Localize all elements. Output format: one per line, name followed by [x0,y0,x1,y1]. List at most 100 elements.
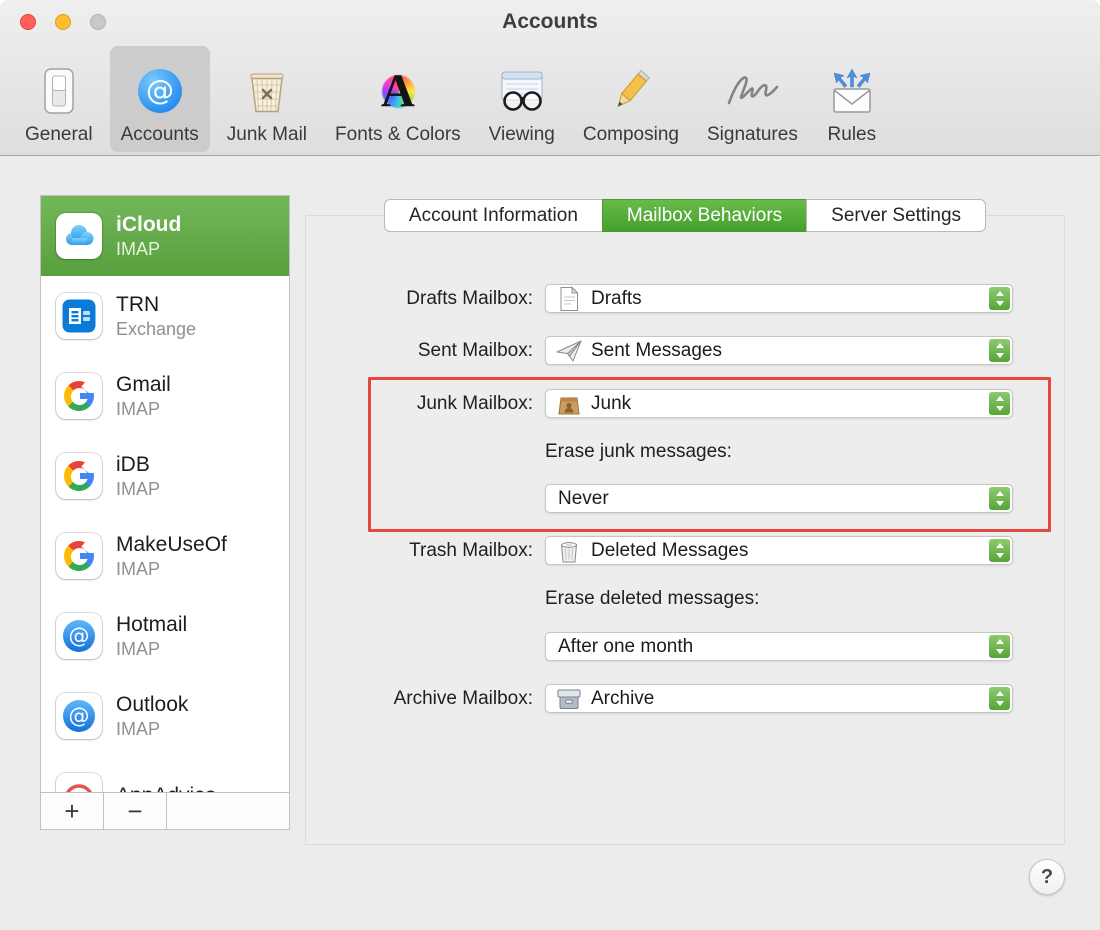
window-header: Accounts General @ Accounts Junk Mail A Fonts… [0,0,1100,156]
popup-chevrons-icon [989,687,1010,710]
help-button[interactable]: ? [1029,859,1065,895]
toolbar-item-label: Composing [582,124,679,145]
account-row-outlook[interactable]: @ Outlook IMAP [41,676,289,756]
generic-account-icon [56,773,102,792]
tab-server-settings[interactable]: Server Settings [806,199,987,232]
toolbar-item-accounts[interactable]: @ Accounts [109,46,210,152]
account-protocol: IMAP [116,638,161,659]
account-name: TRN [116,292,160,316]
sidebar-footer: + − [41,792,289,829]
drafts-icon [555,285,583,312]
popup-chevrons-icon [989,339,1010,362]
trash-mailbox-label: Trash Mailbox: [409,540,533,561]
account-name: AppAdvice [116,784,216,792]
rules-icon [826,60,878,122]
toolbar-item-label: Viewing [488,124,555,145]
sent-mailbox-value: Sent Messages [591,339,722,361]
drafts-mailbox-value: Drafts [591,287,642,309]
erase-deleted-value: After one month [558,635,694,657]
junk-mail-icon [242,60,292,122]
composing-icon [607,60,655,122]
erase-deleted-label: Erase deleted messages: [545,588,760,609]
account-name: Gmail [116,372,171,396]
icloud-icon [56,213,102,259]
tab-mailbox-behaviors[interactable]: Mailbox Behaviors [601,199,808,232]
google-icon [56,453,102,499]
trash-mailbox-value: Deleted Messages [591,539,749,561]
account-row-makeuseof[interactable]: MakeUseOf IMAP [41,516,289,596]
account-text: Gmail IMAP [116,373,171,420]
at-icon: @ [56,693,102,739]
svg-text:@: @ [69,624,90,648]
account-name: Hotmail [116,612,188,636]
account-text: iDB IMAP [116,453,160,500]
google-icon [56,373,102,419]
toolbar-item-label: Fonts & Colors [335,124,461,145]
archive-mailbox-label: Archive Mailbox: [393,688,533,709]
account-text: TRN Exchange [116,293,196,340]
viewing-icon [496,60,548,122]
account-text: AppAdvice [116,784,216,792]
svg-text:@: @ [146,74,174,107]
sent-mailbox-popup[interactable]: Sent Messages [545,336,1013,365]
google-icon [56,533,102,579]
account-protocol: IMAP [116,718,161,739]
account-row-icloud[interactable]: iCloud IMAP [41,196,289,276]
sent-icon [555,337,583,364]
at-icon: @ [56,613,102,659]
signatures-icon [721,60,783,122]
toolbar-item-rules[interactable]: Rules [815,46,889,152]
accounts-icon: @ [136,60,184,122]
account-name: iCloud [116,212,182,236]
mail-preferences-window: Accounts General @ Accounts Junk Mail A Fonts… [0,0,1100,930]
account-row-trn[interactable]: TRN Exchange [41,276,289,356]
fonts-colors-icon: A [380,65,415,117]
add-account-button[interactable]: + [41,793,104,829]
account-list: iCloud IMAP TRN Exchange Gmail IMAP iDB IMAP Mak… [41,196,289,792]
account-row-gmail[interactable]: Gmail IMAP [41,356,289,436]
toolbar-item-label: Signatures [706,124,798,145]
toolbar-item-general[interactable]: General [14,46,104,152]
popup-chevrons-icon [989,635,1010,658]
account-row-appadvice[interactable]: AppAdvice [41,756,289,792]
tab-account-information[interactable]: Account Information [383,199,603,232]
account-protocol: IMAP [116,398,161,419]
toolbar-item-viewing[interactable]: Viewing [478,46,566,152]
toolbar-item-label: Accounts [120,124,199,145]
sidebar-footer-spacer [167,793,289,829]
account-name: iDB [116,452,150,476]
sent-mailbox-label: Sent Mailbox: [417,340,533,361]
remove-account-button[interactable]: − [104,793,167,829]
archive-mailbox-popup[interactable]: Archive [545,684,1013,713]
account-tabs: Account Information Mailbox Behaviors Serv… [305,199,1065,232]
account-text: iCloud IMAP [116,213,181,260]
accounts-sidebar: iCloud IMAP TRN Exchange Gmail IMAP iDB IMAP Mak… [40,195,290,830]
drafts-mailbox-label: Drafts Mailbox: [406,288,533,309]
account-protocol: Exchange [116,318,197,339]
toolbar-item-label: Junk Mail [226,124,308,145]
archive-mailbox-value: Archive [591,687,655,709]
drafts-mailbox-popup[interactable]: Drafts [545,284,1013,313]
general-icon [40,60,78,122]
popup-chevrons-icon [989,539,1010,562]
popup-chevrons-icon [989,287,1010,310]
erase-deleted-popup[interactable]: After one month [545,632,1013,661]
account-protocol: IMAP [116,558,161,579]
toolbar-item-label: Rules [827,124,877,145]
svg-text:@: @ [69,704,90,728]
preferences-toolbar: General @ Accounts Junk Mail A Fonts & Colors… [14,46,1092,152]
exchange-icon [56,293,102,339]
account-row-idb[interactable]: iDB IMAP [41,436,289,516]
account-text: Outlook IMAP [116,693,188,740]
trash-mailbox-popup[interactable]: Deleted Messages [545,536,1013,565]
account-name: Outlook [116,692,189,716]
account-row-hotmail[interactable]: @ Hotmail IMAP [41,596,289,676]
toolbar-item-fonts-colors[interactable]: A Fonts & Colors [324,46,472,152]
toolbar-item-composing[interactable]: Composing [572,46,690,152]
toolbar-item-signatures[interactable]: Signatures [696,46,809,152]
archive-icon [555,685,583,712]
account-text: MakeUseOf IMAP [116,533,227,580]
toolbar-item-junk-mail[interactable]: Junk Mail [216,46,318,152]
account-protocol: IMAP [116,238,161,259]
window-title: Accounts [502,10,598,33]
